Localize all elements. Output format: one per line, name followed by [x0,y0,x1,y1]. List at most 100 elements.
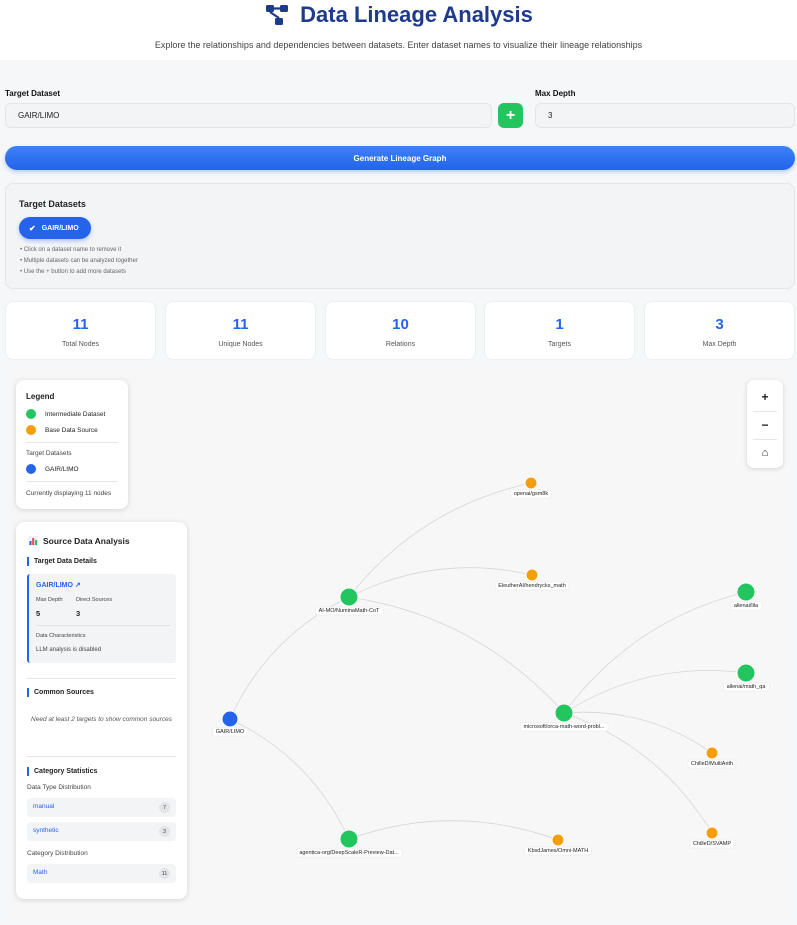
base-node-circle[interactable] [525,568,539,582]
check-icon: ✔ [29,223,36,233]
zoom-out-button[interactable]: − [753,414,777,436]
node-label: EleutherAI/hendrycks_math [498,583,566,589]
type-row-manual[interactable]: manual 7 [27,798,176,817]
detail-divider [36,625,171,626]
stat-value: 11 [72,316,89,333]
intermediate-node-circle[interactable] [736,582,756,602]
stat-card-relations: 10 Relations [325,301,476,360]
legend-title: Legend [26,392,55,401]
target-detail-card: GAIR/LIMO ↗ Max Depth 5 Direct Sources 3… [27,574,176,663]
direct-sources-key: Direct Sources [76,597,113,603]
legend-divider [26,442,118,443]
zoom-controls: + − ⌂ [747,380,783,468]
target-node-circle[interactable] [221,710,239,728]
chip-label: GAIR/LIMO [41,224,79,232]
direct-sources-value: 3 [76,609,81,618]
graph-node[interactable]: KbsdJames/Omni-MATH [524,833,592,856]
tip-text: • Multiple datasets can be analyzed toge… [20,258,138,264]
section-divider [27,678,176,679]
stat-card-unique-nodes: 11 Unique Nodes [165,301,316,360]
type-row-synthetic[interactable]: synthetic 3 [27,822,176,841]
characteristics-key: Data Characteristics [36,633,86,639]
lineage-icon [266,5,289,25]
intermediate-node-circle[interactable] [339,587,359,607]
title-row: Data Lineage Analysis [0,2,797,28]
legend-label: GAIR/LIMO [45,465,79,473]
type-name: synthetic [33,827,59,834]
graph-node[interactable]: ChilleD/SVAMP [689,826,735,849]
lineage-edge [348,482,532,598]
stat-card-max-depth: 3 Max Depth [644,301,795,360]
legend-targets-heading: Target Datasets [26,450,72,457]
dataset-link[interactable]: GAIR/LIMO ↗ [36,581,81,589]
node-label: KbsdJames/Omni-MATH [528,848,588,854]
type-distribution-label: Data Type Distribution [27,784,91,791]
page-header: Data Lineage Analysis Explore the relati… [0,0,797,60]
graph-node[interactable]: ChilleD/MultiArith [687,746,737,769]
category-row-math[interactable]: Math 11 [27,864,176,883]
tip-text: • Use the + button to add more datasets [20,269,126,275]
lineage-edge [229,596,350,720]
legend-panel: Legend Intermediate Dataset Base Data So… [16,380,128,509]
type-count-badge: 7 [159,802,170,813]
max-depth-label: Max Depth [535,89,576,98]
max-depth-input[interactable]: 3 [535,103,795,128]
generate-graph-button[interactable]: Generate Lineage Graph [5,146,795,170]
legend-label: Base Data Source [45,426,98,434]
legend-item-intermediate: Intermediate Dataset [26,409,105,419]
blue-dot-icon [26,464,36,474]
category-count-badge: 11 [159,868,170,879]
node-label: openai/gsm8k [514,491,548,497]
node-label: GAIR/LIMO [216,729,245,735]
node-label: ChilleD/MultiArith [691,761,733,767]
graph-node[interactable]: GAIR/LIMO [212,710,249,737]
target-datasets-panel: Target Datasets ✔ GAIR/LIMO • Click on a… [5,183,795,289]
max-depth-value: 5 [36,609,41,618]
legend-label: Intermediate Dataset [45,410,106,418]
stat-label: Max Depth [702,341,737,348]
max-depth-key: Max Depth [36,597,63,603]
stat-value: 1 [555,316,564,333]
zoom-in-button[interactable]: + [753,386,777,408]
node-label: agentica-org/DeepScaleR-Preview-Dat... [299,850,399,856]
graph-node[interactable]: EleutherAI/hendrycks_math [494,568,570,591]
target-dataset-chip[interactable]: ✔ GAIR/LIMO [19,217,91,239]
lineage-edge [563,591,747,714]
intermediate-node-circle[interactable] [554,703,574,723]
graph-node[interactable]: microsoft/orca-math-word-probl... [520,703,609,732]
type-count-badge: 3 [159,826,170,837]
target-dataset-input[interactable]: GAIR/LIMO [5,103,492,128]
target-datasets-title: Target Datasets [19,199,86,209]
target-details-heading: Target Data Details [27,557,97,566]
stat-label: Targets [548,341,571,348]
base-node-circle[interactable] [524,476,538,490]
add-dataset-button[interactable]: + [498,103,523,128]
intermediate-node-circle[interactable] [736,663,756,683]
type-name: manual [33,803,55,810]
graph-node[interactable]: openai/gsm8k [510,476,552,499]
base-node-circle[interactable] [705,746,719,760]
graph-node[interactable]: allenai/math_qa [723,663,770,692]
characteristics-value: LLM analysis is disabled [36,647,102,653]
source-analysis-panel: Source Data Analysis Target Data Details… [16,522,187,899]
legend-divider [26,481,118,482]
stat-card-total-nodes: 11 Total Nodes [5,301,156,360]
base-node-circle[interactable] [551,833,565,847]
common-sources-note: Need at least 2 targets to show common s… [31,716,172,723]
graph-node[interactable]: agentica-org/DeepScaleR-Preview-Dat... [296,829,403,858]
stat-value: 3 [715,316,724,333]
node-label: AI-MO/NuminaMath-CoT [319,608,380,614]
graph-node[interactable]: allenai/lila [730,582,763,611]
stat-card-targets: 1 Targets [484,301,635,360]
intermediate-node-circle[interactable] [339,829,359,849]
stat-value: 10 [392,316,409,333]
reset-view-button[interactable]: ⌂ [753,442,777,464]
base-node-circle[interactable] [705,826,719,840]
green-dot-icon [26,409,36,419]
common-sources-heading: Common Sources [27,688,94,697]
orange-dot-icon [26,425,36,435]
node-label: allenai/math_qa [727,684,767,690]
legend-footer: Currently displaying 11 nodes [26,490,112,497]
tip-text: • Click on a dataset name to remove it [20,247,122,253]
category-distribution-label: Category Distribution [27,850,88,857]
